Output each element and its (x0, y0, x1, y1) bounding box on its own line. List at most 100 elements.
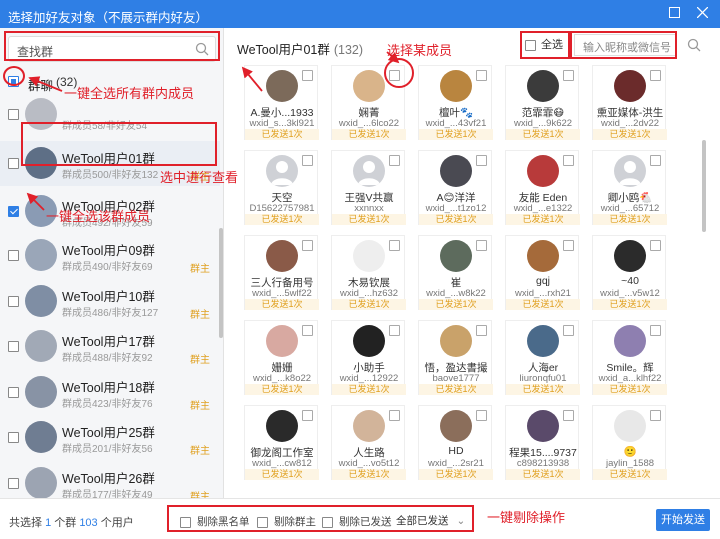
member-card[interactable]: 三人行备用号 wxid_...5wlf22 已发送1次 (244, 235, 319, 310)
member-avatar (527, 325, 559, 357)
member-checkbox[interactable] (476, 410, 487, 421)
group-avatar (25, 421, 57, 453)
member-card[interactable]: 卿小鸥🐔 wxid_...65712 已发送1次 (592, 150, 667, 225)
member-checkbox[interactable] (650, 240, 661, 251)
member-search-icon[interactable] (687, 38, 701, 55)
maximize-icon[interactable] (664, 4, 684, 24)
annotation-box-select-all (520, 31, 570, 59)
member-card[interactable]: 人生路 wxid_...vo5t12 已发送1次 (331, 405, 406, 480)
member-wxid: wxid_a...klhf22 (598, 373, 662, 384)
member-checkbox[interactable] (650, 155, 661, 166)
member-sent-badge: 已发送1次 (506, 469, 580, 480)
group-checkbox[interactable] (8, 109, 19, 120)
member-checkbox[interactable] (389, 410, 400, 421)
member-sent-badge: 已发送1次 (332, 129, 406, 140)
member-checkbox[interactable] (302, 240, 313, 251)
group-member-stats: 群成员500/非好友132 (62, 170, 159, 181)
group-checkbox[interactable] (8, 296, 19, 307)
member-card[interactable]: A.曼小...1933 wxid_s...3kl921 已发送1次 (244, 65, 319, 140)
member-card[interactable]: 崔 wxid_...w8k22 已发送1次 (418, 235, 493, 310)
member-avatar (353, 325, 385, 357)
group-member-stats: 群成员201/非好友56 (62, 444, 153, 455)
member-card[interactable]: 木易钦展 wxid_...hz632 已发送1次 (331, 235, 406, 310)
group-checkbox[interactable] (8, 478, 19, 489)
member-card[interactable]: 檀叶🐾 wxid_...43vf21 已发送1次 (418, 65, 493, 140)
member-sent-badge: 已发送1次 (245, 469, 319, 480)
member-sent-badge: 已发送1次 (332, 214, 406, 225)
group-member-stats: 群成员490/非好友69 (62, 262, 153, 273)
default-avatar-icon (266, 155, 298, 187)
member-card[interactable]: 友能 Eden wxid_...e1322 已发送1次 (505, 150, 580, 225)
member-nickname: HD (448, 445, 464, 457)
member-card[interactable]: 悟，盈达書撮 baove1777 已发送1次 (418, 320, 493, 395)
member-wxid: wxid_...vo5t12 (338, 458, 400, 469)
member-checkbox[interactable] (476, 325, 487, 336)
group-row[interactable]: WeTool用户17群 群成员488/非好友92 群主 (0, 324, 220, 369)
group-checkbox[interactable] (8, 158, 19, 169)
member-sent-badge: 已发送1次 (245, 129, 319, 140)
member-card[interactable]: 程果15....9737 c898213938 已发送1次 (505, 405, 580, 480)
group-row[interactable]: WeTool用户10群 群成员486/非好友127 群主 (0, 279, 220, 324)
member-card[interactable]: 人海er liuronqfu01 已发送1次 (505, 320, 580, 395)
group-checkbox[interactable] (8, 206, 19, 217)
close-icon[interactable] (692, 4, 712, 24)
annotation-select-group-members: 一键全选该群成员 (46, 209, 151, 224)
member-avatar (527, 410, 559, 442)
member-avatar (266, 70, 298, 102)
member-checkbox[interactable] (563, 70, 574, 81)
member-wxid: jaylin_1588 (605, 458, 655, 469)
member-wxid: xxnnxx (354, 203, 384, 214)
member-card[interactable]: 🙂 jaylin_1588 已发送1次 (592, 405, 667, 480)
group-checkbox[interactable] (8, 387, 19, 398)
member-checkbox[interactable] (302, 70, 313, 81)
member-checkbox[interactable] (650, 70, 661, 81)
member-checkbox[interactable] (563, 240, 574, 251)
member-checkbox[interactable] (650, 325, 661, 336)
member-checkbox[interactable] (302, 155, 313, 166)
member-checkbox[interactable] (563, 325, 574, 336)
group-checkbox[interactable] (8, 341, 19, 352)
member-card[interactable]: 小助手 wxid_...12922 已发送1次 (331, 320, 406, 395)
group-checkbox[interactable] (8, 250, 19, 261)
member-checkbox[interactable] (389, 155, 400, 166)
member-sent-badge: 已发送1次 (332, 299, 406, 310)
member-avatar (614, 325, 646, 357)
member-card[interactable]: 天空 D15622757981 已发送1次 (244, 150, 319, 225)
member-checkbox[interactable] (302, 410, 313, 421)
member-checkbox[interactable] (389, 240, 400, 251)
member-checkbox[interactable] (476, 155, 487, 166)
member-card[interactable]: A😊洋洋 wxid_...t1zo12 已发送1次 (418, 150, 493, 225)
member-checkbox[interactable] (650, 410, 661, 421)
member-checkbox[interactable] (476, 240, 487, 251)
annotation-box-footer-options (167, 505, 474, 532)
member-sent-badge: 已发送1次 (419, 299, 493, 310)
selection-summary: 共选择 1 个群 103 个用户 (9, 514, 134, 530)
member-sent-badge: 已发送1次 (506, 214, 580, 225)
member-checkbox[interactable] (389, 325, 400, 336)
member-checkbox[interactable] (302, 325, 313, 336)
group-list-scrollbar[interactable] (219, 228, 223, 338)
member-card[interactable]: ~40 wxid_...v5w12 已发送1次 (592, 235, 667, 310)
member-card[interactable]: 姗姗 wxid_...k8o22 已发送1次 (244, 320, 319, 395)
member-list-scrollbar[interactable] (702, 140, 706, 232)
member-card[interactable]: gqj wxid_...rxh21 已发送1次 (505, 235, 580, 310)
group-row[interactable]: WeTool用户09群 群成员490/非好友69 群主 (0, 233, 220, 278)
member-avatar (440, 155, 472, 187)
member-card[interactable]: HD wxid_...2sr21 已发送1次 (418, 405, 493, 480)
member-card[interactable]: Smile。辉 wxid_a...klhf22 已发送1次 (592, 320, 667, 395)
group-checkbox[interactable] (8, 432, 19, 443)
start-send-button[interactable]: 开始发送 (656, 509, 710, 531)
member-card[interactable]: 王强V共赢 xxnnxx 已发送1次 (331, 150, 406, 225)
group-row[interactable]: WeTool用户18群 群成员423/非好友76 群主 (0, 370, 220, 415)
member-checkbox[interactable] (476, 70, 487, 81)
member-checkbox[interactable] (563, 410, 574, 421)
member-card[interactable]: 熏亚媒体-洪生 wxid_...2dv22 已发送1次 (592, 65, 667, 140)
member-checkbox[interactable] (563, 155, 574, 166)
group-avatar (25, 285, 57, 317)
member-wxid: wxid_...43vf21 (425, 118, 487, 129)
group-avatar (25, 330, 57, 362)
group-owner-tag: 群主 (190, 264, 210, 275)
member-card[interactable]: 御龙阁工作室 wxid_...cw812 已发送1次 (244, 405, 319, 480)
group-row[interactable]: WeTool用户25群 群成员201/非好友56 群主 (0, 415, 220, 460)
member-card[interactable]: 范霏霏😷 wxid_...9k622 已发送1次 (505, 65, 580, 140)
